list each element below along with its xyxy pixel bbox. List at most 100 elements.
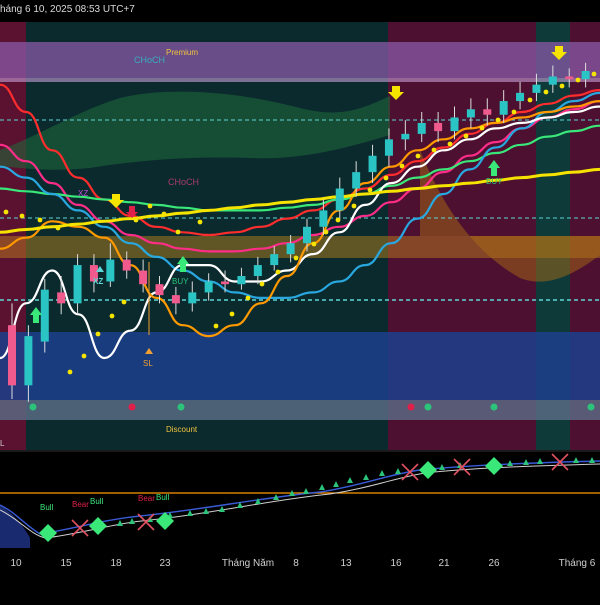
sar-dot — [399, 163, 405, 169]
choch-top-label: CHoCH — [134, 55, 165, 65]
sar-dot — [3, 209, 9, 215]
candle-body — [106, 259, 115, 282]
x-tick-label: 15 — [60, 558, 72, 569]
signal-xz-lower: XZ — [93, 277, 103, 286]
sar-dot — [431, 147, 437, 153]
sar-dot — [245, 295, 251, 301]
sar-dot — [109, 313, 115, 319]
candle-body — [335, 188, 344, 211]
candle-body — [450, 117, 459, 132]
signal-sl: SL — [143, 359, 153, 368]
x-tick-label: 26 — [488, 558, 500, 569]
signal-buy-1: BUY — [172, 277, 189, 286]
discount-band — [0, 332, 600, 400]
candle-body — [221, 281, 230, 285]
candle-body — [581, 71, 590, 80]
candle-body — [204, 281, 213, 293]
x-tick-label: 13 — [340, 558, 352, 569]
sar-dot — [293, 255, 299, 261]
candle-body — [253, 265, 262, 276]
x-tick-label: Tháng Năm — [222, 558, 274, 569]
sar-dot — [463, 133, 469, 139]
discount-strip — [0, 400, 600, 420]
discount-marker — [424, 403, 432, 411]
candle-body — [352, 172, 361, 189]
premium-bottom-strip — [0, 78, 600, 82]
sar-dot — [543, 89, 549, 95]
candle-body — [57, 292, 66, 304]
sar-dot — [121, 299, 127, 305]
premium-label: Premium — [166, 48, 198, 57]
candle-body — [516, 92, 525, 102]
sar-dot — [259, 281, 265, 287]
sar-dot — [527, 97, 533, 103]
candle-body — [8, 325, 16, 386]
sar-dot — [383, 175, 389, 181]
osc-label-bull-3: Bull — [156, 493, 170, 502]
sar-dot — [81, 353, 87, 359]
sar-dot — [351, 203, 357, 209]
candle-body — [270, 254, 279, 266]
sar-dot — [67, 369, 73, 375]
candle-body — [286, 243, 295, 255]
sar-dot — [367, 187, 373, 193]
choch-mid-label: CHoCH — [168, 177, 199, 187]
x-tick-label: Tháng 6 — [559, 558, 596, 569]
chart-stage: háng 6 10, 2025 08:53 UTC+7 Premium CHoC… — [0, 0, 600, 600]
candle — [40, 278, 49, 353]
discount-marker — [587, 403, 595, 411]
sar-dot — [197, 219, 203, 225]
sar-dot — [311, 241, 317, 247]
sar-dot — [37, 217, 43, 223]
candle-body — [237, 276, 246, 285]
candle-body — [171, 295, 180, 304]
x-tick-label: 10 — [10, 558, 22, 569]
sar-dot — [495, 117, 501, 123]
discount-marker — [29, 403, 37, 411]
signal-xz-upper: XZ — [78, 189, 88, 198]
candle-body — [122, 259, 131, 271]
candle-body — [417, 122, 426, 134]
discount-marker — [490, 403, 498, 411]
sar-dot — [575, 77, 581, 83]
candle-body — [499, 101, 508, 115]
x-tick-label: 8 — [293, 558, 299, 569]
candle-body — [401, 133, 410, 140]
candle-body — [368, 155, 377, 173]
sar-dot — [447, 141, 453, 147]
candle-body — [139, 270, 148, 285]
sar-dot — [213, 323, 219, 329]
candle-body — [548, 76, 557, 85]
candle-body — [532, 84, 541, 93]
candle-body — [384, 139, 393, 156]
sar-dot — [275, 269, 281, 275]
x-tick-label: 23 — [159, 558, 171, 569]
price-chart: Premium CHoCH Discount CHoCH XZ XZ BUY B… — [0, 22, 600, 569]
osc-label-bear-2: Bear — [138, 494, 155, 503]
sar-dot — [175, 229, 181, 235]
candle-body — [565, 76, 574, 80]
osc-label-bear-1: Bear — [72, 500, 89, 509]
candle-body — [466, 109, 475, 118]
candle-body — [155, 284, 164, 296]
sar-dot — [229, 311, 235, 317]
sar-dot — [559, 83, 565, 89]
sar-dot — [161, 211, 167, 217]
sar-dot — [511, 109, 517, 115]
signal-bottom-left: L — [0, 439, 5, 448]
candle-body — [483, 109, 492, 115]
x-tick-label: 21 — [438, 558, 450, 569]
candle-body — [303, 226, 311, 244]
discount-marker — [407, 403, 415, 411]
sar-dot — [133, 217, 139, 223]
sar-dot — [591, 71, 597, 77]
osc-label-bull-2: Bull — [90, 497, 104, 506]
sar-dot — [19, 213, 25, 219]
candle-body — [434, 122, 443, 132]
x-tick-label: 18 — [110, 558, 122, 569]
x-tick-label: 16 — [390, 558, 402, 569]
sar-dot — [55, 225, 61, 231]
candle-body — [319, 210, 328, 227]
discount-marker — [128, 403, 136, 411]
discount-marker — [177, 403, 185, 411]
